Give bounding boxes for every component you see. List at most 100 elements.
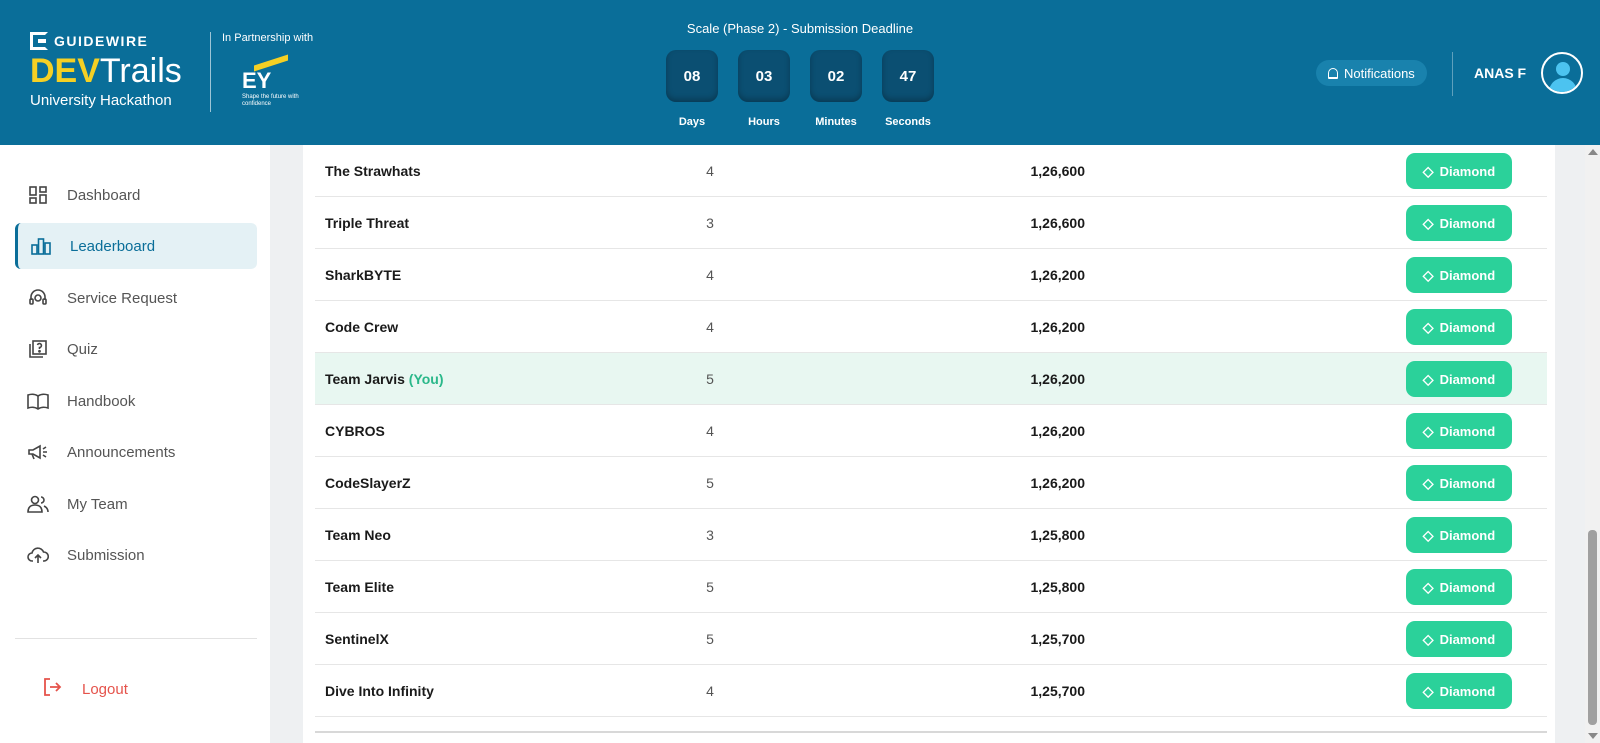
sidebar-item-label: Dashboard bbox=[67, 186, 141, 204]
team-score: 1,25,700 bbox=[1030, 631, 1086, 647]
logout-button[interactable]: Logout bbox=[42, 677, 128, 702]
team-name: Team Elite bbox=[325, 579, 394, 595]
table-row[interactable]: SharkBYTE 4 1,26,200 ◇ Diamond bbox=[315, 249, 1547, 301]
scroll-up-arrow-icon[interactable] bbox=[1588, 149, 1598, 155]
team-name: SharkBYTE bbox=[325, 267, 402, 283]
guidewire-logo-icon bbox=[30, 32, 48, 50]
scrollbar-thumb[interactable] bbox=[1588, 530, 1597, 725]
bar-chart-icon bbox=[30, 235, 52, 257]
diamond-icon: ◇ bbox=[1422, 214, 1434, 231]
table-row[interactable]: CYBROS 4 1,26,200 ◇ Diamond bbox=[315, 405, 1547, 457]
team-score: 1,26,600 bbox=[1030, 163, 1086, 179]
table-row[interactable]: The Strawhats 4 1,26,600 ◇ Diamond bbox=[315, 145, 1547, 197]
diamond-icon: ◇ bbox=[1422, 266, 1434, 283]
team-name: Triple Threat bbox=[325, 215, 410, 231]
team-score: 1,25,800 bbox=[1030, 527, 1086, 543]
team-score: 1,26,200 bbox=[1030, 475, 1086, 491]
tier-label: Diamond bbox=[1439, 267, 1496, 283]
user-icon-body bbox=[1549, 78, 1577, 92]
quiz-icon bbox=[27, 338, 49, 360]
sidebar-item-announcements[interactable]: Announcements bbox=[15, 429, 257, 475]
sidebar-item-service-request[interactable]: Service Request bbox=[15, 275, 257, 321]
team-score: 1,26,200 bbox=[1030, 319, 1086, 335]
headset-icon bbox=[27, 287, 49, 309]
leaderboard-table: The Strawhats 4 1,26,600 ◇ Diamond Triple… bbox=[303, 145, 1555, 743]
timer-value: 03 bbox=[738, 50, 790, 102]
table-row[interactable]: Dive Into Infinity 4 1,25,700 ◇ Diamond bbox=[315, 665, 1547, 717]
table-row[interactable]: Code Crew 4 1,26,200 ◇ Diamond bbox=[315, 301, 1547, 353]
tier-badge: ◇ Diamond bbox=[1406, 517, 1512, 553]
table-bottom-border bbox=[315, 731, 1547, 733]
diamond-icon: ◇ bbox=[1422, 526, 1434, 543]
sidebar-item-my-team[interactable]: My Team bbox=[15, 481, 257, 527]
table-row[interactable]: SentinelX 5 1,25,700 ◇ Diamond bbox=[315, 613, 1547, 665]
team-name: Code Crew bbox=[325, 319, 399, 335]
header-divider bbox=[210, 32, 211, 112]
team-score: 1,26,200 bbox=[1030, 267, 1086, 283]
ey-logo: EY Shape the future with confidence bbox=[242, 54, 302, 108]
diamond-icon: ◇ bbox=[1422, 682, 1434, 699]
member-count: 4 bbox=[706, 267, 714, 283]
sidebar-item-leaderboard[interactable]: Leaderboard bbox=[15, 223, 257, 269]
team-score: 1,25,700 bbox=[1030, 683, 1086, 699]
username[interactable]: ANAS F bbox=[1474, 65, 1526, 81]
diamond-icon: ◇ bbox=[1422, 162, 1434, 179]
sidebar-item-label: Handbook bbox=[67, 392, 136, 410]
diamond-icon: ◇ bbox=[1422, 370, 1434, 387]
tier-badge: ◇ Diamond bbox=[1406, 361, 1512, 397]
sidebar-item-label: Announcements bbox=[67, 443, 176, 461]
table-row[interactable]: Team Neo 3 1,25,800 ◇ Diamond bbox=[315, 509, 1547, 561]
timer-hours: 03 Hours bbox=[738, 50, 790, 128]
logout-label: Logout bbox=[82, 681, 128, 698]
sidebar-item-label: Submission bbox=[67, 546, 145, 564]
guidewire-text: GUIDEWIRE bbox=[54, 33, 149, 49]
tier-label: Diamond bbox=[1439, 215, 1496, 231]
timer-label: Minutes bbox=[815, 116, 857, 128]
member-count: 5 bbox=[706, 631, 714, 647]
notifications-label: Notifications bbox=[1344, 65, 1415, 81]
tier-label: Diamond bbox=[1439, 319, 1496, 335]
tier-badge: ◇ Diamond bbox=[1406, 309, 1512, 345]
member-count: 5 bbox=[706, 579, 714, 595]
sidebar-item-quiz[interactable]: Quiz bbox=[15, 326, 257, 372]
member-count: 5 bbox=[706, 475, 714, 491]
tier-badge: ◇ Diamond bbox=[1406, 569, 1512, 605]
diamond-icon: ◇ bbox=[1422, 422, 1434, 439]
team-score: 1,26,200 bbox=[1030, 423, 1086, 439]
deadline-title: Scale (Phase 2) - Submission Deadline bbox=[686, 21, 914, 36]
logout-icon bbox=[42, 677, 62, 702]
page-scrollbar[interactable] bbox=[1585, 145, 1600, 743]
tier-label: Diamond bbox=[1439, 527, 1496, 543]
scroll-down-arrow-icon[interactable] bbox=[1588, 733, 1598, 739]
devtrails-logo[interactable]: GUIDEWIRE DEVTrails University Hackathon bbox=[30, 32, 182, 109]
top-header: GUIDEWIRE DEVTrails University Hackathon… bbox=[0, 0, 1600, 145]
cloud-upload-icon bbox=[27, 544, 49, 566]
member-count: 4 bbox=[706, 319, 714, 335]
timer-days: 08 Days bbox=[666, 50, 718, 128]
tier-label: Diamond bbox=[1439, 371, 1496, 387]
timer-minutes: 02 Minutes bbox=[810, 50, 862, 128]
team-icon bbox=[27, 493, 49, 515]
team-name: CodeSlayerZ bbox=[325, 475, 411, 491]
book-icon bbox=[27, 390, 49, 412]
tier-label: Diamond bbox=[1439, 475, 1496, 491]
table-row[interactable]: CodeSlayerZ 5 1,26,200 ◇ Diamond bbox=[315, 457, 1547, 509]
sidebar-item-handbook[interactable]: Handbook bbox=[15, 378, 257, 424]
tier-badge: ◇ Diamond bbox=[1406, 257, 1512, 293]
member-count: 4 bbox=[706, 423, 714, 439]
table-row[interactable]: Team Elite 5 1,25,800 ◇ Diamond bbox=[315, 561, 1547, 613]
member-count: 3 bbox=[706, 527, 714, 543]
notifications-button[interactable]: Notifications bbox=[1316, 60, 1427, 86]
sidebar-item-dashboard[interactable]: Dashboard bbox=[15, 172, 257, 218]
team-name: CYBROS bbox=[325, 423, 385, 439]
team-name: Dive Into Infinity bbox=[325, 683, 434, 699]
header-divider bbox=[1452, 52, 1453, 96]
table-row-you[interactable]: Team Jarvis (You) 5 1,26,200 ◇ Diamond bbox=[315, 353, 1547, 405]
partnership-label: In Partnership with bbox=[222, 32, 314, 44]
megaphone-icon bbox=[27, 441, 49, 463]
sidebar-item-submission[interactable]: Submission bbox=[15, 532, 257, 578]
table-row[interactable]: Triple Threat 3 1,26,600 ◇ Diamond bbox=[315, 197, 1547, 249]
avatar[interactable] bbox=[1541, 52, 1583, 94]
timer-label: Seconds bbox=[885, 116, 931, 128]
team-name: Team Jarvis (You) bbox=[325, 353, 444, 405]
